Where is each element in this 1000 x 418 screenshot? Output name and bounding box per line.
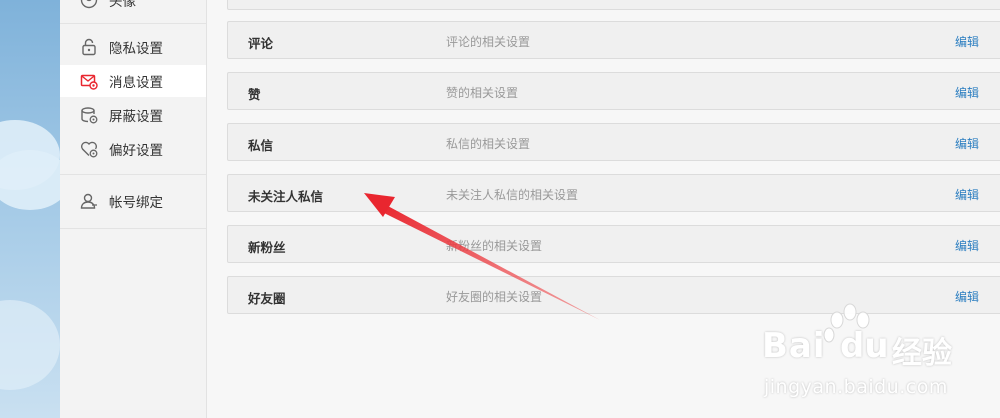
annotation-arrow	[364, 193, 600, 320]
